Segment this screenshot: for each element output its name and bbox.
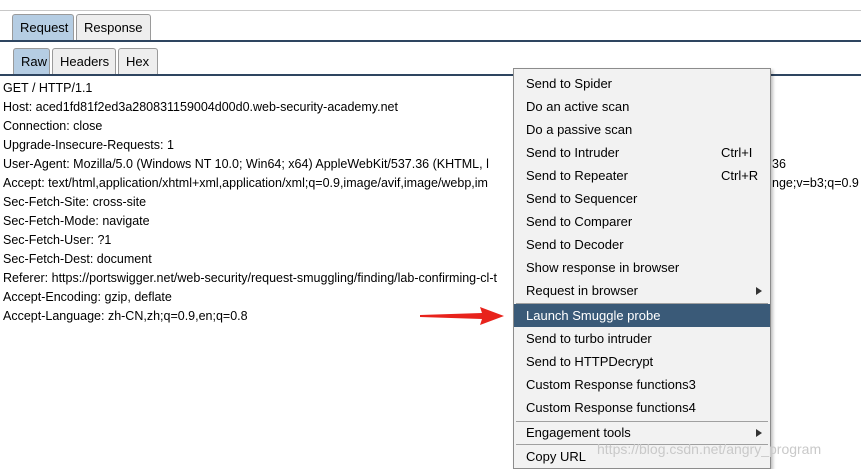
submenu-arrow-icon: [756, 287, 762, 295]
menu-item-label: Send to HTTPDecrypt: [526, 354, 654, 369]
menu-item-label: Send to turbo intruder: [526, 331, 652, 346]
menu-item-send-to-sequencer[interactable]: Send to Sequencer: [514, 187, 770, 210]
header-sec-fetch-site[interactable]: Sec-Fetch-Site: cross-site: [3, 193, 146, 212]
header-sec-fetch-dest[interactable]: Sec-Fetch-Dest: document: [3, 250, 152, 269]
header-sec-fetch-user[interactable]: Sec-Fetch-User: ?1: [3, 231, 111, 250]
submenu-arrow-icon: [756, 429, 762, 437]
menu-item-label: Copy URL: [526, 449, 586, 464]
header-sec-fetch-mode[interactable]: Sec-Fetch-Mode: navigate: [3, 212, 150, 231]
menu-item-label: Send to Sequencer: [526, 191, 638, 206]
request-line[interactable]: GET / HTTP/1.1: [3, 79, 92, 98]
menu-item-send-to-comparer[interactable]: Send to Comparer: [514, 210, 770, 233]
watermark-text: https://blog.csdn.net/angry_program: [597, 441, 822, 457]
header-accept-language[interactable]: Accept-Language: zh-CN,zh;q=0.9,en;q=0.8: [3, 307, 248, 326]
menu-item-label: Engagement tools: [526, 425, 631, 440]
menu-item-label: Send to Repeater: [526, 168, 628, 183]
context-menu: Send to Spider Do an active scan Do a pa…: [513, 68, 771, 469]
header-accept[interactable]: Accept: text/html,application/xhtml+xml,…: [3, 174, 488, 193]
top-panel-edge: [0, 0, 861, 11]
header-referer[interactable]: Referer: https://portswigger.net/web-sec…: [3, 269, 497, 288]
menu-item-send-to-httpdecrypt[interactable]: Send to HTTPDecrypt: [514, 350, 770, 373]
header-upgrade-insecure-requests[interactable]: Upgrade-Insecure-Requests: 1: [3, 136, 174, 155]
menu-item-custom-response-functions3[interactable]: Custom Response functions3: [514, 373, 770, 396]
menu-item-shortcut: Ctrl+R: [721, 168, 759, 183]
menu-item-send-to-turbo-intruder[interactable]: Send to turbo intruder: [514, 327, 770, 350]
menu-item-label: Launch Smuggle probe: [526, 308, 661, 323]
tab-headers[interactable]: Headers: [52, 48, 116, 74]
menu-item-label: Show response in browser: [526, 260, 680, 275]
menu-item-send-to-spider[interactable]: Send to Spider: [514, 72, 770, 95]
menu-item-label: Send to Spider: [526, 76, 613, 91]
header-accept-encoding[interactable]: Accept-Encoding: gzip, deflate: [3, 288, 172, 307]
tab-raw[interactable]: Raw: [13, 48, 50, 74]
menu-item-send-to-decoder[interactable]: Send to Decoder: [514, 233, 770, 256]
menu-item-shortcut: Ctrl+I: [721, 145, 753, 160]
menu-item-label: Custom Response functions3: [526, 377, 696, 392]
menu-item-show-response-in-browser[interactable]: Show response in browser: [514, 256, 770, 279]
menu-item-active-scan[interactable]: Do an active scan: [514, 95, 770, 118]
menu-item-custom-response-functions4[interactable]: Custom Response functions4: [514, 396, 770, 419]
menu-item-request-in-browser[interactable]: Request in browser: [514, 279, 770, 302]
main-tab-underline: [0, 40, 861, 42]
header-user-agent[interactable]: User-Agent: Mozilla/5.0 (Windows NT 10.0…: [3, 155, 489, 174]
menu-item-label: Send to Intruder: [526, 145, 620, 160]
red-arrow-icon: [420, 307, 504, 325]
menu-item-label: Send to Comparer: [526, 214, 633, 229]
header-host[interactable]: Host: aced1fd81f2ed3a280831159004d00d0.w…: [3, 98, 398, 117]
menu-item-label: Do a passive scan: [526, 122, 633, 137]
menu-item-launch-smuggle-probe[interactable]: Launch Smuggle probe: [514, 304, 770, 327]
menu-item-label: Do an active scan: [526, 99, 630, 114]
tab-response[interactable]: Response: [76, 14, 151, 40]
menu-item-label: Custom Response functions4: [526, 400, 696, 415]
header-connection[interactable]: Connection: close: [3, 117, 102, 136]
menu-item-label: Send to Decoder: [526, 237, 624, 252]
menu-item-send-to-intruder[interactable]: Send to Intruder Ctrl+I: [514, 141, 770, 164]
menu-item-label: Request in browser: [526, 283, 638, 298]
user-agent-line-tail[interactable]: 36: [772, 155, 786, 174]
accept-line-tail[interactable]: nge;v=b3;q=0.9: [772, 174, 859, 193]
tab-request[interactable]: Request: [12, 14, 74, 40]
menu-item-passive-scan[interactable]: Do a passive scan: [514, 118, 770, 141]
menu-item-send-to-repeater[interactable]: Send to Repeater Ctrl+R: [514, 164, 770, 187]
tab-hex[interactable]: Hex: [118, 48, 158, 74]
